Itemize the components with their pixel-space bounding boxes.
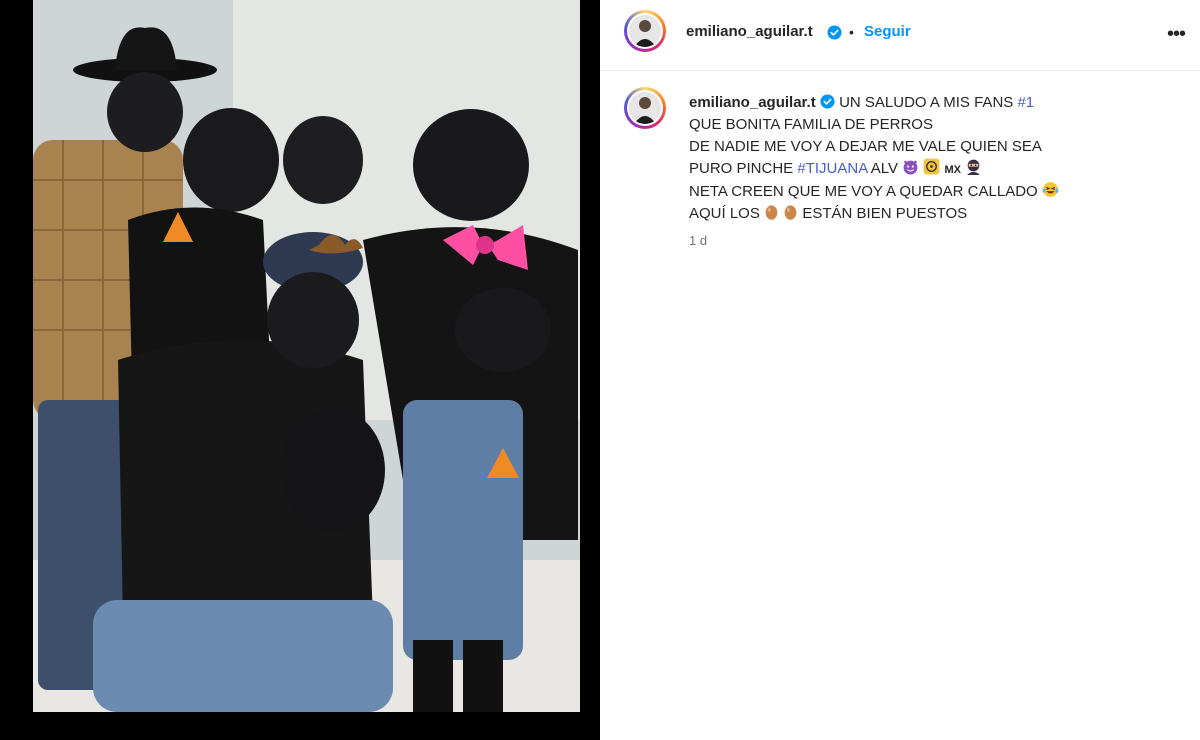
caption-text-6b: ESTÁN BIEN PUESTOS bbox=[802, 205, 968, 222]
egg-icon bbox=[765, 205, 778, 220]
laughing-tears-icon bbox=[1042, 182, 1059, 197]
post-caption: emiliano_aguilar.t UN SALUDO A MIS FANS … bbox=[689, 92, 1169, 225]
verified-badge-icon bbox=[827, 25, 842, 40]
ninja-icon bbox=[967, 159, 981, 175]
post-header: emiliano_aguilar.t • Seguir ••• bbox=[600, 0, 1200, 71]
media-panel bbox=[0, 0, 600, 740]
caption-author-avatar[interactable] bbox=[624, 87, 666, 129]
smiling-devil-icon bbox=[903, 160, 918, 175]
egg-icon bbox=[784, 205, 797, 220]
hashtag-tijuana[interactable]: #TIJUANA bbox=[797, 160, 867, 177]
caption-text-4: PURO PINCHE bbox=[689, 160, 798, 177]
caption-text-4b: ALV bbox=[867, 160, 898, 177]
caption-text-5: NETA CREEN QUE ME VOY A QUEDAR CALLADO bbox=[689, 183, 1038, 200]
avatar-person-icon bbox=[629, 92, 661, 124]
caption-text-6a: AQUÍ LOS bbox=[689, 205, 760, 222]
hashtag-1[interactable]: #1 bbox=[1017, 94, 1034, 111]
caption-line-6: AQUÍ LOS ESTÁN BIEN PUESTOS bbox=[689, 203, 1169, 225]
verified-badge-icon bbox=[820, 94, 835, 109]
caption-line-3: DE NADIE ME VOY A DEJAR ME VALE QUIEN SE… bbox=[689, 138, 1042, 155]
caption-line-4: PURO PINCHE #TIJUANA ALV MX bbox=[689, 158, 1169, 181]
post-timestamp[interactable]: 1 d bbox=[689, 233, 707, 248]
follow-button[interactable]: Seguir bbox=[864, 23, 911, 40]
caption-line-5: NETA CREEN QUE ME VOY A QUEDAR CALLADO bbox=[689, 181, 1169, 203]
caption-text-1: UN SALUDO A MIS FANS bbox=[839, 94, 1018, 111]
post-photo[interactable] bbox=[33, 0, 580, 712]
post-sidebar: emiliano_aguilar.t • Seguir ••• emiliano… bbox=[600, 0, 1200, 740]
header-separator: • bbox=[849, 24, 854, 40]
mexico-flag-label: MX bbox=[944, 164, 962, 176]
more-options-icon[interactable]: ••• bbox=[1164, 22, 1188, 46]
biohazard-icon bbox=[923, 158, 940, 175]
header-username[interactable]: emiliano_aguilar.t bbox=[686, 23, 813, 40]
caption-line-2: QUE BONITA FAMILIA DE PERROS bbox=[689, 116, 933, 133]
group-photo-illustration bbox=[33, 0, 580, 712]
author-avatar[interactable] bbox=[624, 10, 666, 52]
caption-line-1: emiliano_aguilar.t UN SALUDO A MIS FANS … bbox=[689, 92, 1169, 114]
avatar-person-icon bbox=[629, 15, 661, 47]
caption-username[interactable]: emiliano_aguilar.t bbox=[689, 94, 816, 111]
